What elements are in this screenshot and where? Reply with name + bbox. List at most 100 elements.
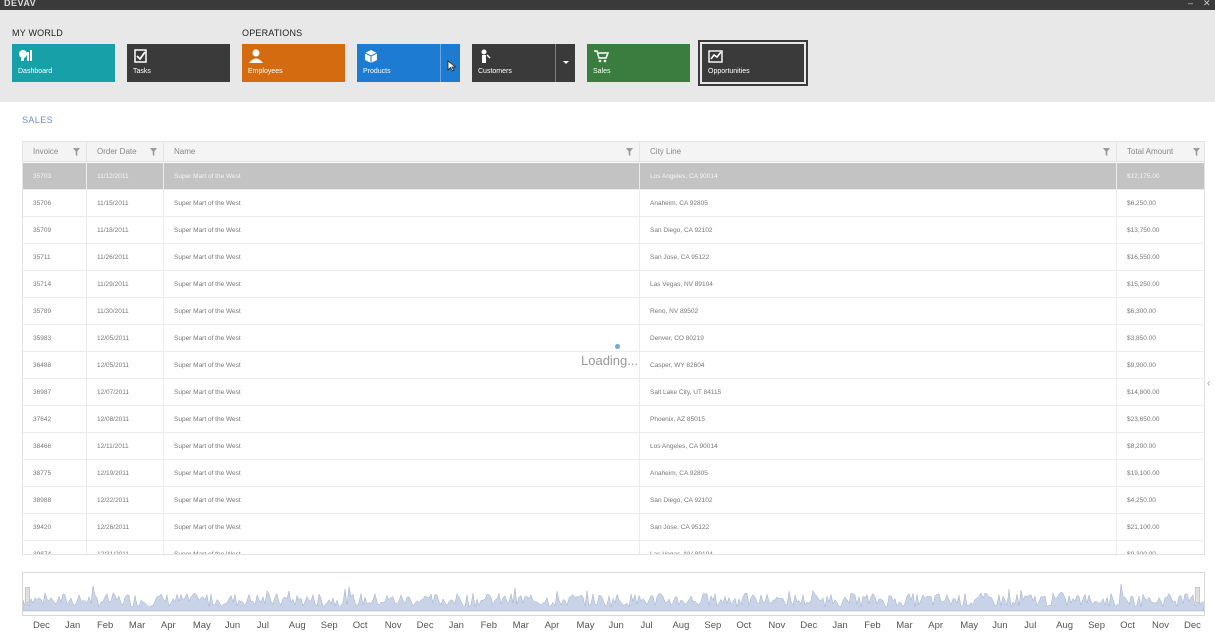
tile-dashboard[interactable]: Dashboard: [12, 44, 115, 82]
employees-icon: [249, 49, 263, 63]
month-label: Mar: [128, 620, 146, 631]
month-label: Jan: [64, 620, 81, 631]
month-label: Apr: [160, 620, 176, 631]
month-label: Oct: [352, 620, 368, 631]
mouse-cursor-icon: [447, 60, 457, 72]
cell-invoice: 38466: [23, 433, 87, 460]
column-header-total-amount[interactable]: Total Amount: [1117, 142, 1204, 162]
table-row[interactable]: 38775 12/19/2011 Super Mart of the West Ana…: [23, 460, 1204, 487]
chevron-down-icon: [563, 61, 569, 64]
grid-header: Invoice Order Date Name City Line Total …: [23, 142, 1204, 162]
table-row[interactable]: 35706 11/15/2011 Super Mart of the West Ana…: [23, 190, 1204, 217]
cell-name: Super Mart of the West: [164, 433, 640, 460]
cell-city-line: Casper, WY 82604: [640, 352, 1117, 379]
cell-total-amount: $6,300.00: [1127, 308, 1156, 315]
range-handle-left[interactable]: [25, 587, 30, 603]
minimize-button[interactable]: –: [1188, 0, 1193, 8]
month-label: Apr: [544, 620, 560, 631]
tile-opportunities[interactable]: Opportunities: [698, 40, 808, 86]
column-header-label: Name: [174, 147, 196, 156]
cell-name: Super Mart of the West: [164, 541, 640, 554]
loading-spinner-icon: [615, 344, 620, 349]
month-label: Sep: [704, 620, 722, 631]
tile-sales[interactable]: Sales: [587, 44, 690, 82]
cell-order-date: 12/05/2011: [87, 352, 164, 379]
cell-name: Super Mart of the West: [164, 190, 640, 217]
tile-employees[interactable]: Employees: [242, 44, 345, 82]
cell-order-date: 12/19/2011: [87, 460, 164, 487]
filter-icon[interactable]: [626, 148, 633, 156]
month-label: Jun: [992, 620, 1008, 631]
table-row[interactable]: 38466 12/11/2011 Super Mart of the West Los…: [23, 433, 1204, 460]
cell-invoice: 36488: [23, 352, 87, 379]
range-selector[interactable]: [22, 572, 1205, 616]
month-label: Oct: [736, 620, 752, 631]
filter-icon[interactable]: [73, 148, 80, 156]
page-title: SALES: [22, 115, 54, 125]
tile-label: Sales: [593, 68, 611, 75]
cell-order-date: 11/18/2011: [87, 217, 164, 244]
month-label: Jun: [224, 620, 241, 631]
table-row[interactable]: 39874 12/31/2011 Super Mart of the West Las…: [23, 541, 1204, 554]
cell-name: Super Mart of the West: [164, 379, 640, 406]
cell-invoice: 39874: [23, 541, 87, 554]
column-header-order-date[interactable]: Order Date: [87, 142, 164, 162]
table-row[interactable]: 37642 12/08/2011 Super Mart of the West Pho…: [23, 406, 1204, 433]
cell-name: Super Mart of the West: [164, 163, 640, 190]
cell-name: Super Mart of the West: [164, 298, 640, 325]
month-label: Dec: [33, 620, 50, 631]
cell-name: Super Mart of the West: [164, 352, 640, 379]
column-header-label: Invoice: [33, 147, 59, 156]
cell-city-line: San Diego, CA 92102: [640, 487, 1117, 514]
dashboard-icon: [19, 50, 32, 61]
column-header-city-line[interactable]: City Line: [640, 142, 1117, 162]
tasks-icon: [134, 49, 147, 63]
cell-order-date: 12/11/2011: [87, 433, 164, 460]
close-button[interactable]: ✕: [1203, 0, 1211, 9]
tile-label: Tasks: [133, 68, 151, 75]
cell-total-amount: $12,175.00: [1127, 173, 1160, 180]
cell-total-amount: $19,100.00: [1127, 470, 1160, 477]
cell-invoice: 35706: [23, 190, 87, 217]
table-row[interactable]: 38988 12/22/2011 Super Mart of the West San…: [23, 487, 1204, 514]
cell-name: Super Mart of the West: [164, 406, 640, 433]
month-label: Dec: [800, 620, 818, 631]
table-row[interactable]: 35711 11/26/2011 Super Mart of the West San…: [23, 244, 1204, 271]
column-header-invoice[interactable]: Invoice: [23, 142, 87, 162]
cell-order-date: 12/26/2011: [87, 514, 164, 541]
tile-products[interactable]: Products: [357, 44, 460, 82]
cell-invoice: 39420: [23, 514, 87, 541]
cell-invoice: 35983: [23, 325, 87, 352]
navigation-ribbon: MY WORLD OPERATIONS Dashboard Tasks Empl…: [0, 10, 1215, 102]
tile-label: Products: [363, 68, 391, 75]
tile-tasks[interactable]: Tasks: [127, 44, 230, 82]
filter-icon[interactable]: [150, 148, 157, 156]
cell-invoice: 38988: [23, 487, 87, 514]
products-icon: [364, 50, 378, 63]
table-row[interactable]: 35703 11/12/2011 Super Mart of the West Los…: [23, 163, 1204, 190]
range-selector-months: Dec Jan Feb Mar Apr May Jun Jul Aug Sep Oct Nov Dec J…: [22, 620, 1205, 636]
column-header-label: Order Date: [97, 147, 137, 156]
cell-invoice: 38775: [23, 460, 87, 487]
table-row[interactable]: 35709 11/18/2011 Super Mart of the West San…: [23, 217, 1204, 244]
table-row[interactable]: 35714 11/29/2011 Super Mart of the West Las…: [23, 271, 1204, 298]
cell-invoice: 35714: [23, 271, 87, 298]
cell-city-line: Las Vegas, NV 89104: [640, 271, 1117, 298]
filter-icon[interactable]: [1103, 148, 1110, 156]
cell-city-line: San Jose, CA 95122: [640, 244, 1117, 271]
cell-total-amount: $9,900.00: [1127, 362, 1156, 369]
table-row[interactable]: 36987 12/07/2011 Super Mart of the West Sal…: [23, 379, 1204, 406]
cell-name: Super Mart of the West: [164, 487, 640, 514]
customers-dropdown-toggle[interactable]: [555, 44, 575, 82]
filter-icon[interactable]: [1193, 148, 1200, 156]
range-handle-right[interactable]: [1195, 587, 1200, 603]
column-header-name[interactable]: Name: [164, 142, 640, 162]
cell-order-date: 11/29/2011: [87, 271, 164, 298]
table-row[interactable]: 39420 12/26/2011 Super Mart of the West San…: [23, 514, 1204, 541]
month-label: Nov: [768, 620, 786, 631]
tile-customers[interactable]: Customers: [472, 44, 575, 82]
loading-text: Loading...: [581, 353, 639, 368]
table-row[interactable]: 35789 11/30/2011 Super Mart of the West Ren…: [23, 298, 1204, 325]
chevron-left-icon[interactable]: ‹: [1207, 378, 1210, 389]
cell-total-amount: $3,850.00: [1127, 335, 1156, 342]
